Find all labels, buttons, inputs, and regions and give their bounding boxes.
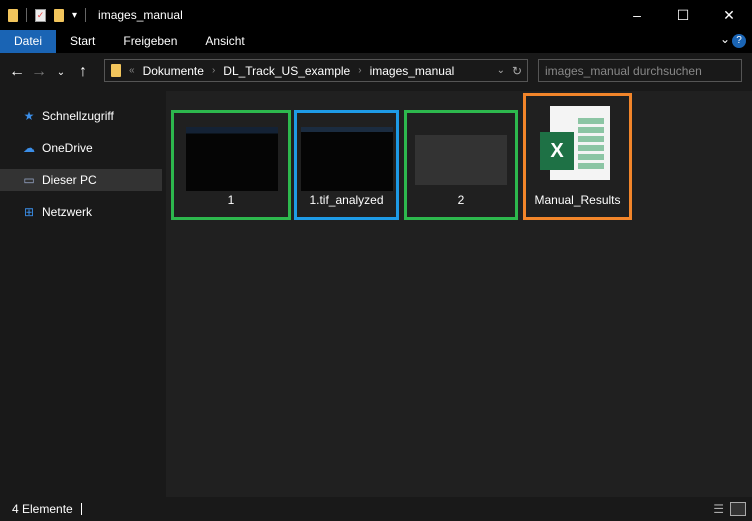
chevron-right-icon: › (358, 65, 362, 76)
tab-datei[interactable]: Datei (0, 30, 57, 53)
minimize-button[interactable]: – (614, 0, 660, 30)
sidebar-item-label: Dieser PC (42, 173, 97, 187)
file-view: 1 1.tif_analyzed 2 X Manual_Results (166, 91, 752, 497)
window-title: images_manual (98, 8, 183, 22)
file-tile[interactable]: 1.tif_analyzed (294, 110, 399, 220)
divider (26, 8, 27, 22)
file-name: 1 (227, 193, 235, 207)
back-icon[interactable]: ← (6, 63, 28, 81)
sidebar-item-label: OneDrive (42, 141, 93, 155)
tab-start[interactable]: Start (56, 30, 109, 53)
details-view-icon[interactable]: ☰ (713, 502, 724, 516)
excel-icon: X (540, 106, 610, 180)
up-icon[interactable]: ↑ (72, 63, 94, 81)
sidebar-item-schnellzugriff[interactable]: ★ Schnellzugriff (0, 105, 162, 127)
large-icons-view-icon[interactable] (730, 502, 746, 516)
breadcrumb-dl-track[interactable]: DL_Track_US_example (223, 64, 350, 78)
breadcrumb-images-manual[interactable]: images_manual (370, 64, 455, 78)
file-tile[interactable]: 1 (171, 110, 291, 220)
overflow-icon[interactable]: « (129, 65, 135, 76)
properties-icon[interactable]: ✓ (35, 8, 46, 22)
file-name: 2 (457, 193, 465, 207)
sidebar-item-onedrive[interactable]: ☁ OneDrive (0, 137, 162, 159)
dropdown-icon[interactable]: ⌄ (497, 65, 505, 76)
status-bar: 4 Elemente ☰ (0, 497, 752, 521)
image-thumbnail (415, 135, 507, 185)
file-tile[interactable]: 2 (404, 110, 518, 220)
address-bar-row: ← → ⌄ ↑ « Dokumente › DL_Track_US_exampl… (0, 53, 752, 91)
address-bar[interactable]: « Dokumente › DL_Track_US_example › imag… (104, 59, 528, 82)
help-icon[interactable]: ? (732, 34, 746, 48)
file-name: Manual_Results (534, 193, 621, 207)
new-folder-icon[interactable] (54, 8, 64, 22)
network-icon: ⊞ (23, 205, 35, 219)
title-bar: ✓ ▾ images_manual – ☐ ✕ (0, 0, 752, 30)
item-count: 4 Elemente (12, 502, 73, 516)
image-thumbnail (186, 127, 278, 191)
close-button[interactable]: ✕ (706, 0, 752, 30)
navigation-pane: ★ Schnellzugriff ☁ OneDrive ▭ Dieser PC ⊞ Ne… (0, 91, 162, 497)
image-thumbnail (301, 127, 393, 191)
tab-freigeben[interactable]: Freigeben (109, 30, 191, 53)
breadcrumb-dokumente[interactable]: Dokumente (143, 64, 204, 78)
divider (80, 503, 82, 515)
cloud-icon: ☁ (23, 141, 35, 155)
expand-ribbon-icon[interactable]: ⌄ (720, 32, 730, 46)
file-tile[interactable]: X Manual_Results (523, 93, 632, 220)
tab-ansicht[interactable]: Ansicht (191, 30, 258, 53)
sidebar-item-dieser-pc[interactable]: ▭ Dieser PC (0, 169, 162, 191)
chevron-right-icon: › (211, 65, 216, 76)
star-icon: ★ (23, 109, 35, 123)
refresh-icon[interactable]: ↻ (512, 64, 522, 78)
search-input[interactable]: images_manual durchsuchen (538, 59, 742, 82)
ribbon: Datei Start Freigeben Ansicht ⌄ ? (0, 30, 752, 53)
file-name: 1.tif_analyzed (309, 193, 384, 207)
sidebar-item-netzwerk[interactable]: ⊞ Netzwerk (0, 201, 162, 223)
sidebar-item-label: Schnellzugriff (42, 109, 114, 123)
computer-icon: ▭ (23, 173, 35, 187)
sidebar-item-label: Netzwerk (42, 205, 93, 219)
recent-locations-icon[interactable]: ⌄ (50, 67, 72, 78)
divider (85, 8, 87, 22)
folder-icon (111, 64, 121, 77)
forward-icon[interactable]: → (28, 63, 50, 81)
customize-toolbar-icon[interactable]: ▾ (72, 10, 77, 21)
folder-icon (8, 8, 18, 22)
maximize-button[interactable]: ☐ (660, 0, 706, 30)
